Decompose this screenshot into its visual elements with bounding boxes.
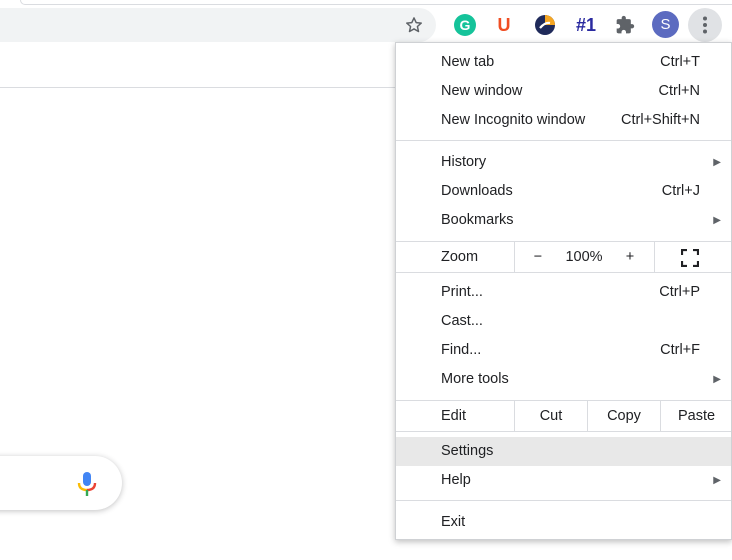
menu-item-label: More tools <box>441 371 509 387</box>
shortcut-label: Ctrl+F <box>660 342 700 358</box>
more-menu-button[interactable] <box>688 8 722 42</box>
menu-separator <box>396 140 731 141</box>
menu-item-cast[interactable]: Cast... <box>396 307 731 336</box>
chrome-main-menu: New tab Ctrl+T New window Ctrl+N New Inc… <box>395 42 732 540</box>
zoom-divider <box>654 242 655 272</box>
menu-separator <box>396 431 731 432</box>
cut-button[interactable]: Cut <box>514 401 587 431</box>
search-box[interactable] <box>0 456 122 510</box>
edit-row: Edit Cut Copy Paste <box>396 401 731 431</box>
paste-button[interactable]: Paste <box>660 401 732 431</box>
menu-item-label: Find... <box>441 342 482 358</box>
zoom-row: Zoom − 100% + <box>396 242 731 272</box>
edit-label: Edit <box>441 408 466 424</box>
menu-separator <box>396 272 731 273</box>
zoom-out-button[interactable]: − <box>526 242 550 272</box>
submenu-arrow-icon: ▶ <box>713 157 721 168</box>
menu-item-label: Exit <box>441 514 466 530</box>
submenu-arrow-icon: ▶ <box>713 475 721 486</box>
menu-item-print[interactable]: Print... Ctrl+P <box>396 278 731 307</box>
three-dots-vertical-icon <box>703 16 707 34</box>
menu-item-help[interactable]: Help ▶ <box>396 466 731 495</box>
menu-separator <box>396 500 731 501</box>
menu-item-label: New tab <box>441 54 495 70</box>
menu-item-label: Downloads <box>441 183 513 199</box>
microphone-icon[interactable] <box>76 471 98 497</box>
hash-extension-icon[interactable]: #1 <box>571 12 601 38</box>
menu-item-more-tools[interactable]: More tools ▶ <box>396 365 731 394</box>
menu-item-new-incognito-window[interactable]: New Incognito window Ctrl+Shift+N <box>396 106 731 135</box>
shortcut-label: Ctrl+J <box>661 183 700 199</box>
extensions-puzzle-icon[interactable] <box>612 12 638 38</box>
menu-item-label: Settings <box>441 443 494 459</box>
menu-item-label: Help <box>441 472 471 488</box>
shortcut-label: Ctrl+N <box>658 83 701 99</box>
menu-item-bookmarks[interactable]: Bookmarks ▶ <box>396 206 731 235</box>
menu-item-label: History <box>441 154 487 170</box>
menu-item-exit[interactable]: Exit <box>396 508 731 537</box>
browser-toolbar: G U #1 S <box>0 0 732 42</box>
u-extension-icon[interactable]: U <box>491 12 517 38</box>
submenu-arrow-icon: ▶ <box>713 374 721 385</box>
s-extension-icon[interactable] <box>532 12 558 38</box>
menu-item-label: New window <box>441 83 523 99</box>
tab-strip-edge <box>20 0 732 5</box>
menu-item-new-window[interactable]: New window Ctrl+N <box>396 77 731 106</box>
menu-item-label: New Incognito window <box>441 112 586 128</box>
address-bar[interactable] <box>0 8 436 42</box>
shortcut-label: Ctrl+Shift+N <box>621 112 700 128</box>
shortcut-label: Ctrl+P <box>659 284 700 300</box>
menu-item-downloads[interactable]: Downloads Ctrl+J <box>396 177 731 206</box>
menu-item-history[interactable]: History ▶ <box>396 148 731 177</box>
copy-button[interactable]: Copy <box>587 401 660 431</box>
menu-item-new-tab[interactable]: New tab Ctrl+T <box>396 48 731 77</box>
bookmark-star-icon[interactable] <box>402 13 426 37</box>
submenu-arrow-icon: ▶ <box>713 215 721 226</box>
fullscreen-icon[interactable] <box>680 248 700 268</box>
menu-item-label: Bookmarks <box>441 212 514 228</box>
zoom-divider <box>514 242 515 272</box>
zoom-in-button[interactable]: + <box>618 242 642 272</box>
menu-item-settings[interactable]: Settings <box>396 437 731 466</box>
zoom-level-value: 100% <box>565 249 603 265</box>
menu-item-find[interactable]: Find... Ctrl+F <box>396 336 731 365</box>
grammarly-glyph: G <box>454 14 476 36</box>
profile-avatar[interactable]: S <box>652 11 679 38</box>
zoom-label: Zoom <box>441 249 479 265</box>
shortcut-label: Ctrl+T <box>660 54 700 70</box>
grammarly-extension-icon[interactable]: G <box>452 12 478 38</box>
menu-item-label: Print... <box>441 284 483 300</box>
page-divider <box>0 87 396 88</box>
menu-item-label: Cast... <box>441 313 483 329</box>
